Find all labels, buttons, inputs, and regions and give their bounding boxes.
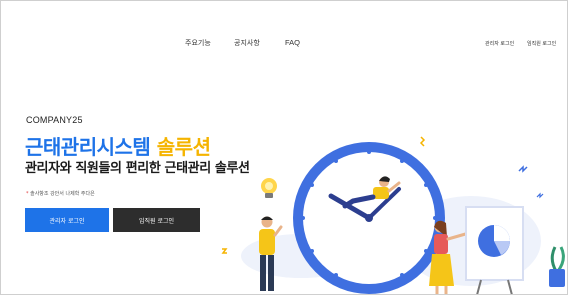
hero-title: 근태관리시스템 솔루션 — [25, 131, 211, 160]
note-marker: * — [26, 191, 29, 197]
squiggle-icon — [518, 165, 528, 173]
hero-title-main: 근태관리시스템 — [25, 135, 151, 159]
squiggle-icon — [221, 248, 228, 254]
company-brand: COMPANY25 — [26, 115, 83, 125]
plant-icon — [549, 246, 565, 287]
page-frame: 주요기능 공지사항 FAQ 관리자 로그인 임직원 로그인 COMPANY25 … — [0, 0, 568, 295]
hero-title-accent: 솔루션 — [156, 135, 211, 159]
hero-subtitle: 관리자와 직원들의 편리한 근태관리 솔루션 — [25, 161, 250, 176]
staff-login-button[interactable]: 임직원 로그인 — [113, 208, 200, 232]
credits-text: 솔사항조 강안서 나제학 주다은 — [30, 191, 95, 197]
credits-note: * 솔사항조 강안서 나제학 주다은 — [26, 190, 95, 197]
squiggle-icon — [536, 192, 544, 199]
clock-illustration — [293, 142, 445, 294]
lightbulb-icon — [261, 178, 277, 198]
squiggle-icon — [419, 136, 426, 147]
admin-login-button[interactable]: 관리자 로그인 — [25, 208, 109, 232]
